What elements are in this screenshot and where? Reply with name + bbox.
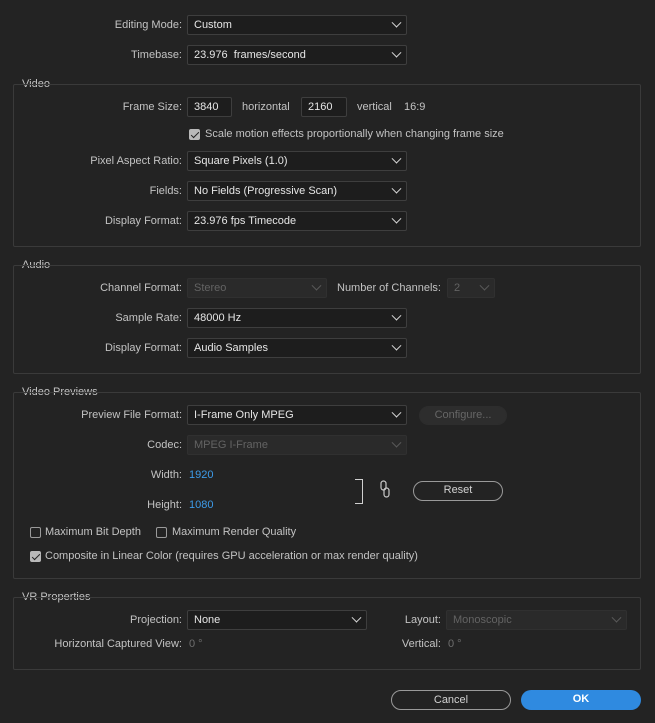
channel-format-dropdown[interactable]: Stereo	[187, 278, 327, 298]
scale-motion-label: Scale motion effects proportionally when…	[205, 128, 504, 140]
sample-rate-value: 48000 Hz	[194, 312, 242, 324]
chevron-down-icon	[311, 280, 322, 291]
chevron-down-icon	[391, 183, 402, 194]
link-bracket	[355, 479, 363, 504]
configure-button[interactable]: Configure...	[419, 406, 507, 425]
max-bit-depth-label: Maximum Bit Depth	[45, 526, 141, 538]
fields-label: Fields:	[149, 185, 182, 197]
preview-height-value[interactable]: 1080	[189, 499, 213, 511]
preview-height-label: Height:	[147, 499, 182, 511]
editing-mode-value: Custom	[194, 19, 232, 31]
chevron-down-icon	[391, 407, 402, 418]
chevron-down-icon	[391, 17, 402, 28]
frame-height-input[interactable]: 2160	[301, 97, 347, 117]
preview-file-format-label: Preview File Format:	[81, 409, 182, 421]
preview-width-label: Width:	[150, 469, 182, 481]
projection-dropdown[interactable]: None	[187, 610, 367, 630]
chevron-down-icon	[391, 213, 402, 224]
codec-value: MPEG I-Frame	[194, 439, 268, 451]
codec-label: Codec:	[147, 439, 182, 451]
ok-button[interactable]: OK	[521, 690, 641, 710]
chevron-down-icon	[611, 612, 622, 623]
composite-linear-label: Composite in Linear Color (requires GPU …	[45, 550, 418, 562]
chevron-down-icon	[391, 437, 402, 448]
editing-mode-label: Editing Mode:	[114, 19, 182, 31]
sample-rate-label: Sample Rate:	[115, 312, 182, 324]
sample-rate-dropdown[interactable]: 48000 Hz	[187, 308, 407, 328]
num-channels-dropdown[interactable]: 2	[447, 278, 495, 298]
max-render-quality-label: Maximum Render Quality	[172, 526, 297, 538]
audio-display-format-value: Audio Samples	[194, 342, 268, 354]
num-channels-value: 2	[454, 282, 461, 294]
pixel-aspect-label: Pixel Aspect Ratio:	[90, 155, 182, 167]
channel-format-value: Stereo	[194, 282, 227, 294]
max-render-quality-checkbox[interactable]	[156, 527, 167, 538]
pixel-aspect-dropdown[interactable]: Square Pixels (1.0)	[187, 151, 407, 171]
video-display-format-value: 23.976 fps Timecode	[194, 215, 297, 227]
fields-dropdown[interactable]: No Fields (Progressive Scan)	[187, 181, 407, 201]
layout-label: Layout:	[404, 614, 441, 626]
video-display-format-dropdown[interactable]: 23.976 fps Timecode	[187, 211, 407, 231]
chevron-down-icon	[351, 612, 362, 623]
horizontal-captured-value: 0 °	[189, 638, 203, 650]
audio-display-format-dropdown[interactable]: Audio Samples	[187, 338, 407, 358]
editing-mode-dropdown[interactable]: Custom	[187, 15, 407, 35]
horizontal-label: horizontal	[242, 101, 290, 113]
composite-linear-checkbox[interactable]	[30, 551, 41, 562]
link-chain-icon[interactable]	[380, 480, 390, 501]
vertical-captured-value: 0 °	[448, 638, 462, 650]
timebase-dropdown[interactable]: 23.976 frames/second	[187, 45, 407, 65]
chevron-down-icon	[391, 47, 402, 58]
fields-value: No Fields (Progressive Scan)	[194, 185, 338, 197]
timebase-label: Timebase:	[131, 49, 182, 61]
chevron-down-icon	[479, 280, 490, 291]
horizontal-captured-label: Horizontal Captured View:	[54, 638, 182, 650]
chevron-down-icon	[391, 153, 402, 164]
aspect-ratio-text: 16:9	[404, 101, 426, 113]
video-display-format-label: Display Format:	[104, 215, 182, 227]
frame-size-label: Frame Size:	[122, 101, 182, 113]
audio-display-format-label: Display Format:	[104, 342, 182, 354]
vertical-label: vertical	[357, 101, 392, 113]
timebase-value: 23.976 frames/second	[194, 49, 306, 61]
vertical-captured-label: Vertical:	[401, 638, 441, 650]
reset-button[interactable]: Reset	[413, 481, 503, 501]
cancel-button[interactable]: Cancel	[391, 690, 511, 710]
scale-motion-checkbox[interactable]	[189, 129, 200, 140]
pixel-aspect-value: Square Pixels (1.0)	[194, 155, 288, 167]
preview-file-format-dropdown[interactable]: I-Frame Only MPEG	[187, 405, 407, 425]
preview-file-format-value: I-Frame Only MPEG	[194, 409, 294, 421]
projection-value: None	[194, 614, 221, 626]
num-channels-label: Number of Channels:	[337, 282, 441, 294]
chevron-down-icon	[391, 340, 402, 351]
vr-group	[13, 597, 641, 670]
channel-format-label: Channel Format:	[100, 282, 182, 294]
frame-width-input[interactable]: 3840	[187, 97, 232, 117]
max-bit-depth-checkbox[interactable]	[30, 527, 41, 538]
preview-width-value[interactable]: 1920	[189, 469, 213, 481]
layout-value: Monoscopic	[453, 614, 512, 626]
chevron-down-icon	[391, 310, 402, 321]
projection-label: Projection:	[130, 614, 182, 626]
codec-dropdown[interactable]: MPEG I-Frame	[187, 435, 407, 455]
layout-dropdown[interactable]: Monoscopic	[446, 610, 627, 630]
